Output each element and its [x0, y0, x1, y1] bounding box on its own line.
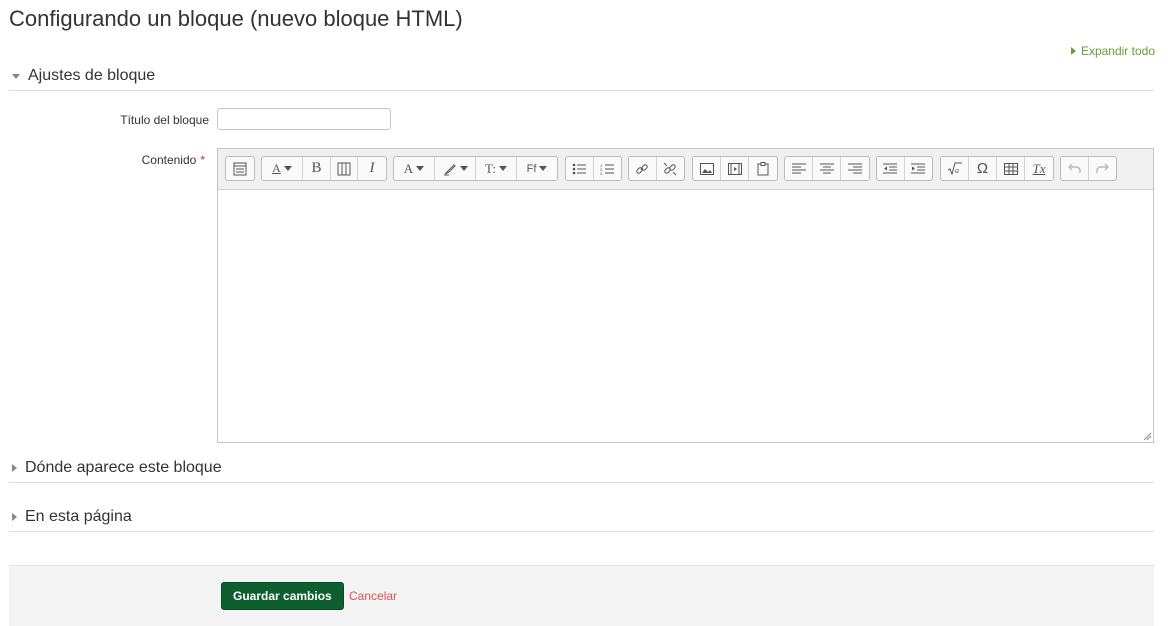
link-button[interactable]	[629, 157, 657, 180]
toolbar-group-6	[692, 156, 778, 181]
cancel-link[interactable]: Cancelar	[349, 589, 397, 603]
special-char-button[interactable]: Ω	[969, 157, 997, 180]
equation-button[interactable]: a	[941, 157, 969, 180]
svg-text:3: 3	[600, 171, 603, 175]
outdent-icon	[883, 163, 898, 173]
manage-files-button[interactable]	[749, 157, 777, 180]
section-where-appears-label: Dónde aparece este bloque	[25, 459, 222, 476]
caret-down-icon	[498, 166, 507, 171]
align-center-button[interactable]	[813, 157, 841, 180]
expand-triangle-icon	[1070, 47, 1076, 55]
indent-button[interactable]	[905, 157, 932, 180]
bullet-list-button[interactable]	[566, 157, 594, 180]
toolbar-toggle-button[interactable]	[226, 157, 254, 180]
image-icon	[699, 162, 714, 175]
collapse-triangle-icon	[12, 73, 20, 79]
editor-content-area[interactable]	[218, 190, 1153, 442]
editor-toolbar: A B I A T: Ff 1 2 3 a Ω Tx	[218, 149, 1153, 190]
outdent-button[interactable]	[877, 157, 905, 180]
table-icon	[1003, 162, 1018, 175]
italic-button[interactable]: I	[358, 157, 386, 180]
columns-icon	[337, 162, 351, 175]
clipboard-icon	[757, 161, 769, 175]
toolbar-group-10	[1060, 156, 1117, 181]
numbered-list-button[interactable]: 123	[594, 157, 621, 180]
caret-down-icon	[539, 166, 548, 171]
expand-all-link[interactable]: Expandir todo	[1070, 44, 1155, 58]
numbered-list-icon: 123	[600, 163, 615, 175]
film-icon	[727, 162, 742, 175]
toolbar-group-2: A B I	[261, 156, 387, 181]
redo-icon	[1096, 163, 1109, 173]
styles-icon: T:	[485, 160, 496, 176]
media-button[interactable]	[721, 157, 749, 180]
redo-button[interactable]	[1089, 157, 1116, 180]
align-right-icon	[848, 163, 862, 173]
font-size-button[interactable]: A	[262, 157, 303, 180]
clear-formatting-button[interactable]: Tx	[1025, 157, 1053, 180]
align-left-icon	[791, 163, 806, 173]
unlink-icon	[663, 162, 677, 175]
caret-down-icon	[416, 166, 425, 171]
caret-down-icon	[459, 166, 468, 171]
section-on-this-page-label: En esta página	[25, 508, 132, 525]
align-left-button[interactable]	[785, 157, 813, 180]
caret-down-icon	[283, 166, 292, 171]
expand-triangle-icon	[12, 464, 17, 472]
html-editor: A B I A T: Ff 1 2 3 a Ω Tx	[217, 148, 1154, 443]
content-label: Contenido *	[100, 153, 205, 167]
font-size-icon: A	[272, 161, 281, 175]
indent-icon	[911, 163, 926, 173]
unlink-button[interactable]	[657, 157, 684, 180]
styles-button[interactable]: T:	[476, 157, 517, 180]
toolbar-group-8	[876, 156, 933, 181]
resize-handle-icon[interactable]	[1142, 431, 1152, 441]
highlight-button[interactable]	[435, 157, 476, 180]
toolbar-group-4: 123	[565, 156, 622, 181]
font-color-button[interactable]: A	[394, 157, 435, 180]
toolbar-group-9: a Ω Tx	[940, 156, 1054, 181]
svg-text:a: a	[955, 166, 959, 175]
square-root-icon: a	[947, 162, 962, 176]
font-family-button[interactable]: Ff	[517, 157, 557, 180]
font-color-icon: A	[403, 160, 414, 176]
section-block-settings-header[interactable]: Ajustes de bloque	[9, 62, 1154, 91]
link-icon	[636, 163, 648, 174]
section-on-this-page-header[interactable]: En esta página	[9, 503, 1154, 532]
bold-button[interactable]: B	[303, 157, 331, 180]
toolbar-group-5	[628, 156, 685, 181]
expand-all-label: Expandir todo	[1080, 44, 1155, 58]
toolbar-group-1	[225, 156, 255, 181]
required-mark: *	[200, 153, 205, 167]
expand-triangle-icon	[12, 513, 17, 521]
table-button[interactable]	[997, 157, 1025, 180]
toolbar-toggle-icon	[233, 162, 247, 175]
content-label-text: Contenido	[141, 153, 197, 167]
toolbar-group-7	[784, 156, 870, 181]
bullet-list-icon	[572, 163, 587, 174]
highlighter-icon	[443, 163, 456, 175]
align-center-icon	[819, 163, 834, 173]
toolbar-group-3: A T: Ff	[393, 156, 558, 181]
page-title: Configurando un bloque (nuevo bloque HTM…	[9, 6, 463, 31]
columns-button[interactable]	[331, 157, 358, 180]
block-title-input[interactable]	[217, 108, 391, 130]
save-changes-button[interactable]: Guardar cambios	[221, 582, 344, 610]
undo-icon	[1067, 163, 1081, 173]
form-actions-bar: Guardar cambios Cancelar	[9, 565, 1154, 626]
section-block-settings-label: Ajustes de bloque	[28, 67, 156, 84]
font-family-icon: Ff	[526, 162, 537, 175]
title-label: Título del bloque	[120, 113, 209, 127]
image-button[interactable]	[693, 157, 721, 180]
align-right-button[interactable]	[841, 157, 869, 180]
section-where-appears-header[interactable]: Dónde aparece este bloque	[9, 454, 1154, 483]
undo-button[interactable]	[1061, 157, 1089, 180]
